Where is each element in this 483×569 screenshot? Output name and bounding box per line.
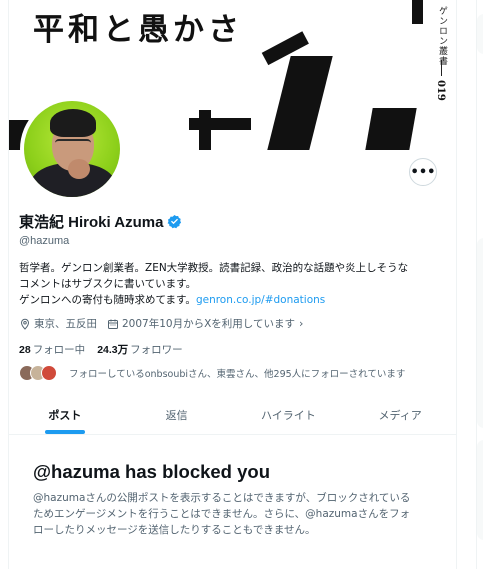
join-date[interactable]: 2007年10月からXを利用しています › [107, 316, 303, 331]
following-label: フォロー中 [32, 344, 86, 356]
bio: 哲学者。ゲンロン創業者。ZEN大学教授。読書記録、政治的な話題や炎上しそうな コ… [19, 260, 451, 308]
bio-donation-text: ゲンロンへの寄付も随時求めてます。 [19, 294, 196, 306]
column-divider-right [456, 0, 457, 569]
handle: @hazuma [19, 235, 70, 247]
followers-count: 24.3万 [97, 344, 129, 356]
banner-series-label: ゲンロン叢書 [437, 6, 447, 66]
banner-graphic-shape [365, 108, 417, 150]
follower-avatar [41, 365, 57, 381]
following-link[interactable]: 28 フォロー中 [19, 342, 85, 357]
followers-label: フォロワー [130, 344, 183, 356]
bio-line: 哲学者。ゲンロン創業者。ZEN大学教授。読書記録、政治的な話題や炎上しそうな [19, 262, 409, 274]
tab-active-indicator [44, 430, 85, 434]
tab-replies[interactable]: 返信 [121, 395, 233, 434]
banner-title: 平和と愚かさ [33, 12, 243, 48]
verified-badge-icon[interactable] [167, 214, 182, 229]
avatar-photo [24, 101, 120, 197]
banner-divider [441, 60, 442, 76]
right-sidebar-card-edge-2 [477, 440, 483, 540]
more-icon: ••• [410, 164, 436, 180]
donation-link[interactable]: genron.co.jp/#donations [196, 294, 325, 306]
calendar-icon [108, 319, 118, 329]
tab-highlights[interactable]: ハイライト [233, 395, 345, 434]
banner-graphic-bar [412, 0, 423, 24]
banner-graphic-shape [199, 110, 211, 150]
right-sidebar-edge [476, 0, 483, 569]
banner-series-number: 019 [435, 80, 446, 101]
location-pin-icon [20, 318, 30, 330]
blocked-message-line: ローしたりメッセージを送信したりすることもできません。 [33, 524, 316, 536]
profile-meta: 東京、五反田 2007年10月からXを利用しています › [19, 316, 313, 331]
chevron-right-icon: › [298, 317, 304, 330]
join-date-text: 2007年10月からXを利用しています [122, 318, 295, 330]
more-options-button[interactable]: ••• [409, 158, 437, 186]
banner-graphic-shape [267, 56, 333, 150]
avatar-glasses [55, 139, 91, 148]
avatar[interactable] [20, 97, 124, 201]
blocked-title: @hazuma has blocked you [33, 461, 271, 482]
avatar-hair [50, 109, 96, 137]
location-text: 東京、五反田 [34, 318, 97, 330]
followers-link[interactable]: 24.3万 フォロワー [97, 342, 182, 357]
profile-column: 平和と愚かさ ゲンロン叢書 019 ••• 東浩紀 Hiroki Azuma @… [9, 0, 456, 569]
blocked-message-line: ためエンゲージメントを行うことはできません。さらに、@hazumaさんをフォ [33, 508, 411, 520]
tab-posts[interactable]: ポスト [9, 395, 121, 434]
location: 東京、五反田 [19, 316, 97, 331]
tab-label: ハイライト [260, 408, 316, 422]
profile-tabs: ポスト 返信 ハイライト メディア [9, 395, 456, 435]
bio-line: コメントはサブスクに書いています。 [19, 278, 197, 290]
tab-label: メディア [378, 408, 422, 422]
display-name: 東浩紀 Hiroki Azuma [19, 214, 164, 231]
following-count: 28 [19, 344, 31, 356]
right-sidebar-search-edge [477, 14, 483, 54]
known-follower-avatars [19, 365, 65, 381]
blocked-message: @hazumaさんの公開ポストを表示することはできますが、ブロックされている た… [33, 490, 443, 538]
right-sidebar-card-edge [477, 238, 483, 428]
follow-stats: 28 フォロー中 24.3万 フォロワー [19, 342, 195, 357]
known-followers-text: フォローしているonbsoubiさん、東雲さん、他295人にフォローされています [69, 369, 406, 380]
tab-label: ポスト [48, 408, 82, 422]
left-gutter [0, 0, 8, 569]
avatar-hand [68, 159, 90, 179]
tab-media[interactable]: メディア [344, 395, 456, 434]
name-row: 東浩紀 Hiroki Azuma [19, 211, 182, 232]
known-followers[interactable]: フォローしているonbsoubiさん、東雲さん、他295人にフォローされています [19, 365, 405, 381]
blocked-message-line: @hazumaさんの公開ポストを表示することはできますが、ブロックされている [33, 492, 411, 504]
bio-line: ゲンロンへの寄付も随時求めてます。genron.co.jp/#donations [19, 292, 451, 308]
tab-label: 返信 [165, 408, 188, 422]
